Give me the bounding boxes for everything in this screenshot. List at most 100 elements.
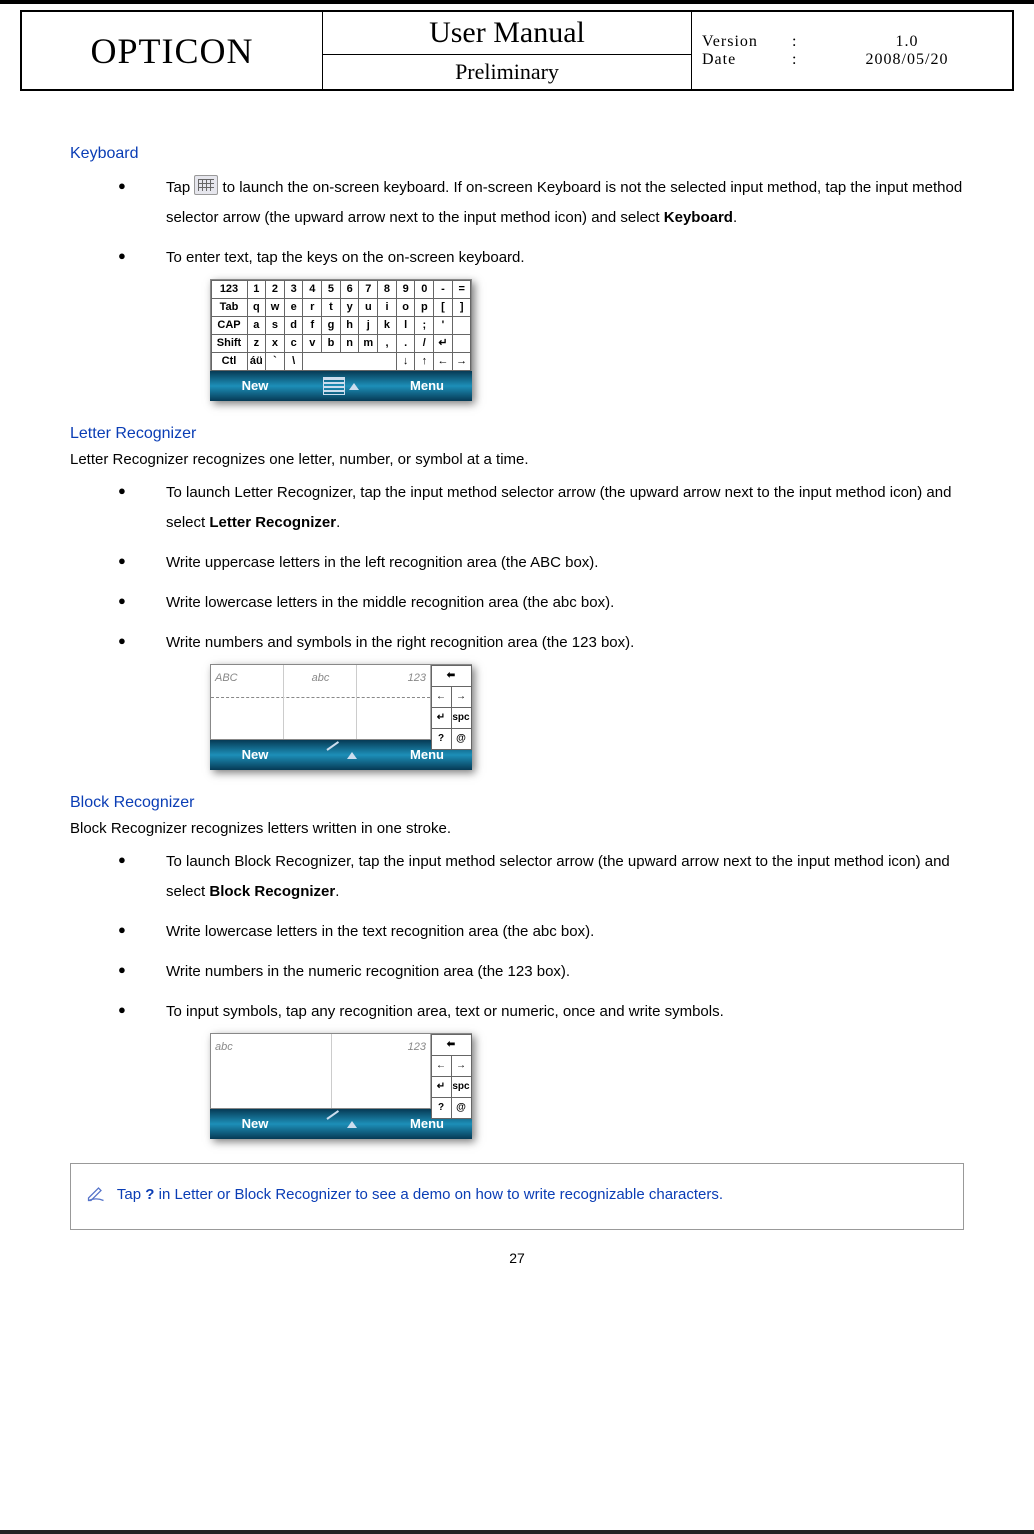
input-method-selector-arrow-icon[interactable]: [347, 1121, 357, 1128]
figure-onscreen-keyboard: 123 1 2 3 4 5 6 7 8 9 0 - =: [210, 279, 472, 401]
soft-menubar: New Menu: [210, 740, 472, 770]
figure-letter-recognizer: ABC abc 123 ⬅ ← →: [210, 664, 472, 770]
key[interactable]: u: [358, 298, 378, 317]
softkey-menu[interactable]: Menu: [382, 742, 472, 768]
key[interactable]: Tab: [211, 298, 248, 317]
key[interactable]: 4: [302, 280, 322, 299]
input-method-keyboard-icon[interactable]: [323, 377, 345, 395]
key[interactable]: c: [284, 334, 304, 353]
key[interactable]: s: [265, 316, 285, 335]
key[interactable]: x: [265, 334, 285, 353]
enter-key[interactable]: ↵: [431, 707, 452, 729]
key[interactable]: k: [377, 316, 397, 335]
key[interactable]: m: [358, 334, 378, 353]
key[interactable]: 3: [284, 280, 304, 299]
key[interactable]: ↑: [414, 352, 434, 371]
right-key[interactable]: →: [451, 1055, 472, 1077]
key[interactable]: 8: [377, 280, 397, 299]
version-value: 1.0: [812, 33, 1002, 51]
enter-key[interactable]: ↵: [431, 1076, 452, 1098]
input-method-pen-icon[interactable]: [325, 747, 343, 763]
key-blank: [452, 316, 472, 335]
bold-block-recognizer: Block Recognizer: [209, 883, 335, 900]
recognition-area[interactable]: abc 123: [211, 1034, 431, 1108]
key[interactable]: -: [433, 280, 453, 299]
key[interactable]: /: [414, 334, 434, 353]
key[interactable]: ;: [414, 316, 434, 335]
block-intro: Block Recognizer recognizes letters writ…: [70, 820, 964, 837]
key[interactable]: Ctl: [211, 352, 248, 371]
key[interactable]: ↓: [396, 352, 416, 371]
key[interactable]: →: [452, 352, 472, 371]
area-abc: abc: [284, 665, 357, 691]
recognition-area[interactable]: ABC abc 123: [211, 665, 431, 739]
key[interactable]: g: [321, 316, 341, 335]
key[interactable]: j: [358, 316, 378, 335]
key[interactable]: l: [396, 316, 416, 335]
backspace-key[interactable]: ⬅: [431, 1034, 472, 1056]
key[interactable]: 6: [340, 280, 360, 299]
key[interactable]: b: [321, 334, 341, 353]
key[interactable]: Shift: [211, 334, 248, 353]
key[interactable]: .: [396, 334, 416, 353]
input-method-pen-icon[interactable]: [325, 1116, 343, 1132]
page-number: 27: [0, 1250, 1034, 1266]
key[interactable]: n: [340, 334, 360, 353]
input-method-selector-arrow-icon[interactable]: [349, 383, 359, 390]
softkey-new[interactable]: New: [210, 1111, 300, 1137]
tip-box: Tap ? in Letter or Block Recognizer to s…: [70, 1163, 964, 1230]
key[interactable]: y: [340, 298, 360, 317]
key[interactable]: áü: [247, 352, 267, 371]
key[interactable]: i: [377, 298, 397, 317]
area-123: 123: [321, 1034, 431, 1060]
key[interactable]: 123: [211, 280, 248, 299]
key[interactable]: ↵: [433, 334, 453, 353]
doc-header: OPTICON User Manual Version : 1.0 Date :…: [20, 10, 1014, 91]
key[interactable]: ': [433, 316, 453, 335]
key[interactable]: o: [396, 298, 416, 317]
input-method-selector-arrow-icon[interactable]: [347, 752, 357, 759]
key[interactable]: r: [302, 298, 322, 317]
key[interactable]: CAP: [211, 316, 248, 335]
right-key[interactable]: →: [451, 686, 472, 708]
key[interactable]: w: [265, 298, 285, 317]
key[interactable]: e: [284, 298, 304, 317]
softkey-menu[interactable]: Menu: [382, 373, 472, 399]
key[interactable]: 1: [247, 280, 267, 299]
key[interactable]: ]: [452, 298, 472, 317]
key[interactable]: =: [452, 280, 472, 299]
key[interactable]: 2: [265, 280, 285, 299]
key[interactable]: h: [340, 316, 360, 335]
key[interactable]: f: [302, 316, 322, 335]
key[interactable]: ←: [433, 352, 453, 371]
left-key[interactable]: ←: [431, 1055, 452, 1077]
key[interactable]: q: [247, 298, 267, 317]
key[interactable]: \: [284, 352, 304, 371]
key-space[interactable]: [302, 352, 396, 371]
version-label: Version: [702, 33, 792, 51]
softkey-new[interactable]: New: [210, 373, 300, 399]
key[interactable]: ,: [377, 334, 397, 353]
key[interactable]: z: [247, 334, 267, 353]
space-key[interactable]: spc: [451, 707, 472, 729]
bullet-keyboard-launch: Tap to launch the on-screen keyboard. If…: [118, 173, 964, 233]
key[interactable]: d: [284, 316, 304, 335]
key[interactable]: p: [414, 298, 434, 317]
key[interactable]: t: [321, 298, 341, 317]
key[interactable]: [: [433, 298, 453, 317]
key[interactable]: a: [247, 316, 267, 335]
key[interactable]: 0: [414, 280, 434, 299]
key[interactable]: v: [302, 334, 322, 353]
softkey-new[interactable]: New: [210, 742, 300, 768]
title-cell: User Manual: [323, 11, 692, 55]
key[interactable]: 9: [396, 280, 416, 299]
space-key[interactable]: spc: [451, 1076, 472, 1098]
colon: :: [792, 33, 812, 51]
softkey-menu[interactable]: Menu: [382, 1111, 472, 1137]
key[interactable]: 5: [321, 280, 341, 299]
key[interactable]: 7: [358, 280, 378, 299]
key[interactable]: `: [265, 352, 285, 371]
left-key[interactable]: ←: [431, 686, 452, 708]
backspace-key[interactable]: ⬅: [431, 665, 472, 687]
bullet-block-launch: To launch Block Recognizer, tap the inpu…: [118, 847, 964, 907]
